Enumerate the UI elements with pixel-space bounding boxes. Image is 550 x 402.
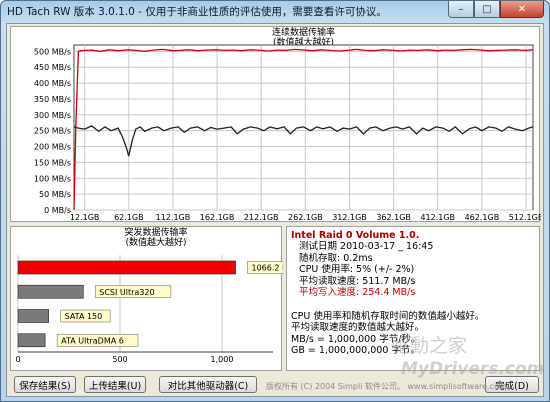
x-tick-label: 62.1GB: [114, 213, 144, 222]
maximize-button[interactable]: □: [474, 1, 500, 18]
x-tick-label: 0: [15, 355, 20, 364]
x-tick-label: 500: [112, 355, 127, 364]
y-tick-label: 250 MB/s: [34, 127, 71, 136]
bar-label: SATA 150: [65, 312, 103, 321]
compare-drives-button[interactable]: 对比其他驱动器(C): [159, 376, 257, 393]
chart-title: 连续数据传输率: [272, 27, 335, 38]
y-tick-label: 350 MB/s: [34, 95, 71, 104]
bar-label: ATA UltraDMA 6: [61, 336, 124, 345]
info-block: Intel Raid 0 Volume 1.0. 测试日期 2010-03-17…: [291, 230, 433, 298]
x-tick-label: 212.1GB: [244, 213, 279, 222]
y-tick-label: 0 MB/s: [44, 206, 71, 215]
chart-title: 突发数据传输率: [124, 227, 187, 238]
y-tick-label: 500 MB/s: [34, 47, 71, 56]
window-title: HD Tach RW 版本 3.0.1.0 - 仅用于非商业性质的评估使用，需要…: [7, 6, 387, 18]
test-date: 测试日期 2010-03-17 _ 16:45: [299, 241, 434, 253]
minimize-button[interactable]: –: [448, 1, 474, 18]
x-tick-label: 312.1GB: [332, 213, 367, 222]
y-tick-label: 50 MB/s: [39, 190, 71, 199]
bar: [17, 333, 46, 348]
random-access: 随机存取: 0.2ms: [299, 252, 373, 264]
x-tick-label: 362.1GB: [376, 213, 411, 222]
y-tick-label: 450 MB/s: [34, 63, 71, 72]
average-write: 平均写入速度: 254.4 MB/s: [299, 287, 416, 299]
x-tick-label: 462.1GB: [465, 213, 500, 222]
note-line: CPU 使用率和随机存取时间的数值越小越好。: [291, 311, 485, 322]
y-tick-label: 100 MB/s: [34, 174, 71, 183]
watermark-logo-text: 驱動之家: [391, 335, 468, 357]
x-tick-label: 512.1GB: [509, 213, 541, 222]
bar-label: 1066.2 MB/s: [252, 264, 283, 273]
cpu-usage: CPU 使用率: 5% (+/- 2%): [299, 264, 415, 276]
bar: [17, 260, 236, 275]
x-tick-label: 262.1GB: [288, 213, 323, 222]
window-controls: – □ ✕: [448, 1, 544, 18]
sequential-read-chart: 连续数据传输率(数值越大越好)500 MB/s450 MB/s400 MB/s3…: [34, 26, 543, 222]
copyright-text: 版权所有 (C) 2004 Simpli 软件公司。 www.simplisof…: [266, 382, 507, 391]
y-tick-label: 300 MB/s: [34, 111, 71, 120]
average-read: 平均读取速度: 511.7 MB/s: [299, 275, 416, 287]
x-tick-label: 412.1GB: [420, 213, 455, 222]
x-tick-label: 112.1GB: [156, 213, 191, 222]
burst-rate-chart: 突发数据传输率(数值越大越好) 0 500 1,000 1066.2 MB/s SCSI …: [15, 226, 314, 364]
drive-name: Intel Raid 0 Volume 1.0.: [291, 230, 420, 241]
upload-results-button[interactable]: 上传结果(U): [84, 376, 146, 393]
x-tick-label: 12.1GB: [70, 213, 100, 222]
title-bar[interactable]: HD Tach RW 版本 3.0.1.0 - 仅用于非商业性质的评估使用，需要…: [1, 1, 549, 23]
bar: [17, 284, 84, 299]
close-button[interactable]: ✕: [500, 1, 544, 18]
x-tick-label: 162.1GB: [200, 213, 235, 222]
sequential-chart-panel: 连续数据传输率 (数值越大越好) 500 MB/s 450 MB/s 400 MB/s 3…: [10, 26, 543, 222]
app-window: HD Tach RW 版本 3.0.1.0 - 仅用于非商业性质的评估使用，需要…: [0, 0, 550, 402]
save-results-button[interactable]: 保存结果(S): [14, 376, 76, 393]
y-tick-label: 400 MB/s: [34, 79, 71, 88]
y-tick-label: 150 MB/s: [34, 158, 71, 167]
x-tick-label: 1,000: [211, 355, 234, 364]
y-tick-label: 200 MB/s: [34, 143, 71, 152]
bar: [17, 309, 49, 323]
watermark-site-text: MyDrivers.com: [401, 359, 545, 379]
chart-title: (数值越大越好): [125, 236, 186, 248]
bar-label: SCSI Ultra320: [99, 288, 154, 297]
burst-chart-panel: 突发数据传输率(数值越大越好) 0 500 1,000 1066.2 MB/s SCSI …: [10, 226, 314, 371]
